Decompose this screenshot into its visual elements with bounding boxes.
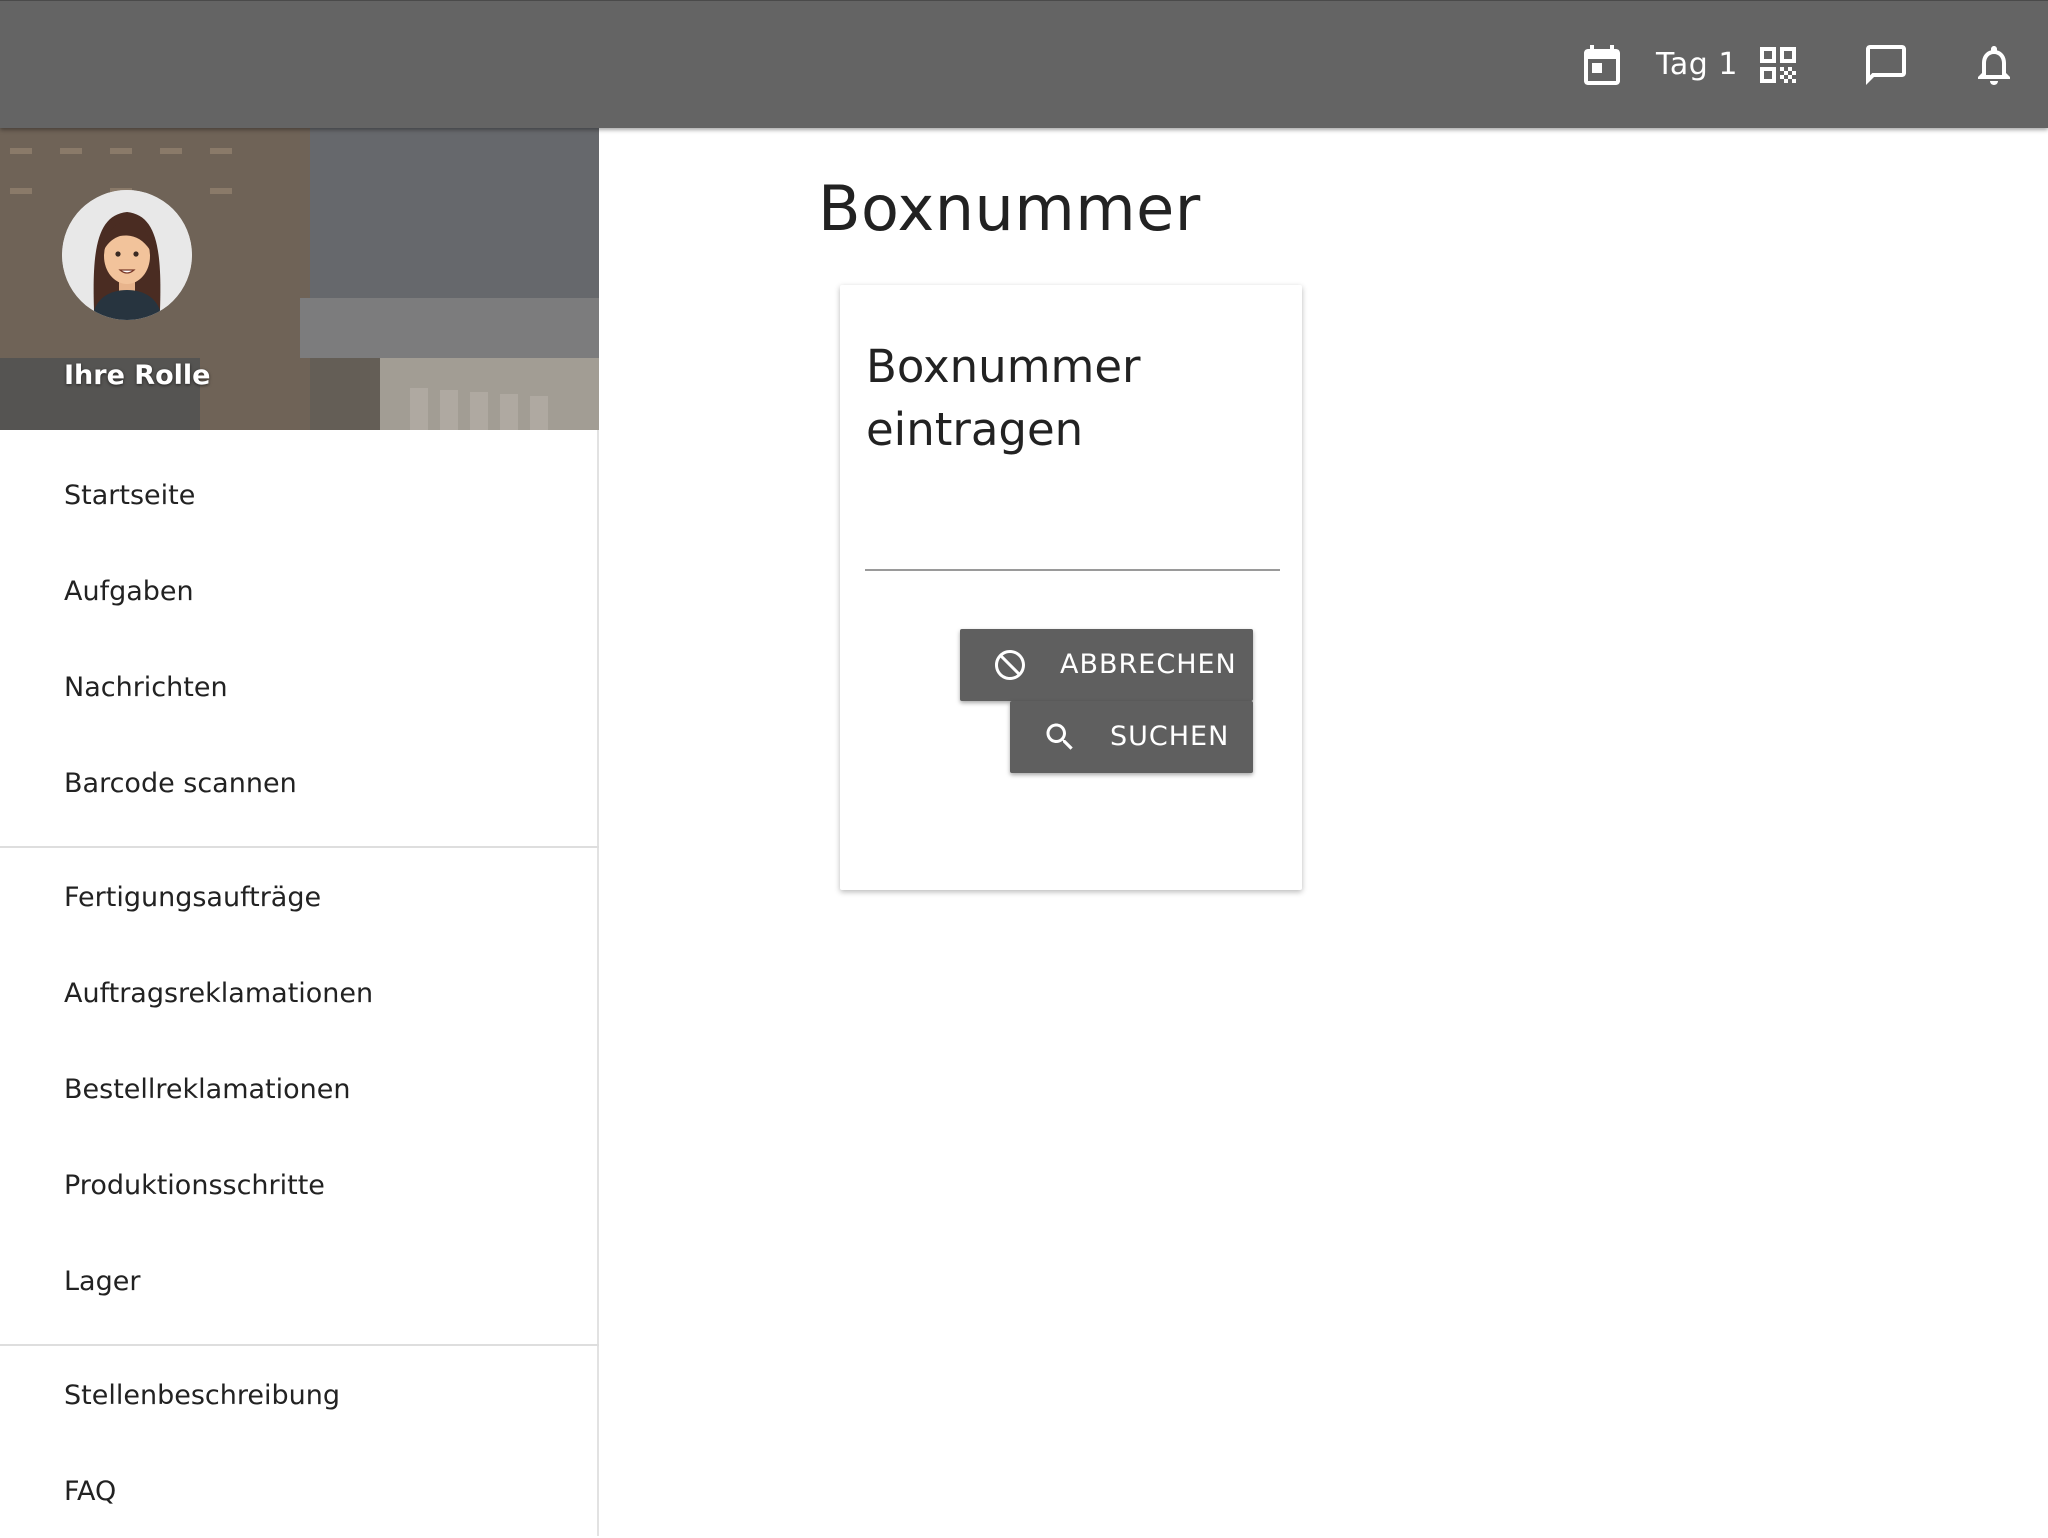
sidebar-item-stellenbeschreibung[interactable]: Stellenbeschreibung [0, 1350, 599, 1442]
sidebar-item-aufgaben[interactable]: Aufgaben [0, 546, 599, 638]
avatar[interactable] [62, 190, 192, 320]
sidebar-item-faq[interactable]: FAQ [0, 1446, 599, 1538]
chat-icon[interactable] [1862, 41, 1910, 89]
sidebar-divider [0, 1344, 599, 1346]
sidebar-header: Ihre Rolle [0, 128, 599, 430]
sidebar-divider [0, 846, 599, 848]
sidebar: Ihre Rolle Startseite Aufgaben Nachricht… [0, 128, 599, 1536]
cancel-button[interactable]: ABBRECHEN [960, 629, 1253, 701]
sidebar-item-nachrichten[interactable]: Nachrichten [0, 642, 599, 734]
search-icon [1042, 719, 1078, 755]
page-title: Boxnummer [818, 172, 1201, 245]
card-title: Boxnummer eintragen [866, 340, 1141, 456]
sidebar-item-startseite[interactable]: Startseite [0, 450, 599, 542]
sidebar-item-produktionsschritte[interactable]: Produktionsschritte [0, 1140, 599, 1232]
boxnummer-input[interactable] [865, 521, 1280, 571]
role-label: Ihre Rolle [64, 360, 211, 391]
cancel-button-label: ABBRECHEN [1060, 649, 1237, 680]
search-button-label: SUCHEN [1110, 721, 1230, 752]
bell-icon[interactable] [1970, 41, 2018, 89]
qr-code-icon[interactable] [1754, 41, 1802, 89]
sidebar-item-auftragsreklamationen[interactable]: Auftragsreklamationen [0, 948, 599, 1040]
boxnummer-card: Boxnummer eintragen ABBRECHEN SUCHEN [840, 285, 1302, 890]
sidebar-item-bestellreklamationen[interactable]: Bestellreklamationen [0, 1044, 599, 1136]
sidebar-item-fertigungsauftraege[interactable]: Fertigungsaufträge [0, 852, 599, 944]
day-label: Tag 1 [1656, 47, 1738, 82]
search-button[interactable]: SUCHEN [1010, 701, 1253, 773]
top-app-bar: Tag 1 [0, 0, 2048, 128]
sidebar-item-lager[interactable]: Lager [0, 1236, 599, 1328]
calendar-icon[interactable] [1578, 41, 1626, 89]
block-icon [992, 647, 1028, 683]
sidebar-item-barcode-scannen[interactable]: Barcode scannen [0, 738, 599, 830]
